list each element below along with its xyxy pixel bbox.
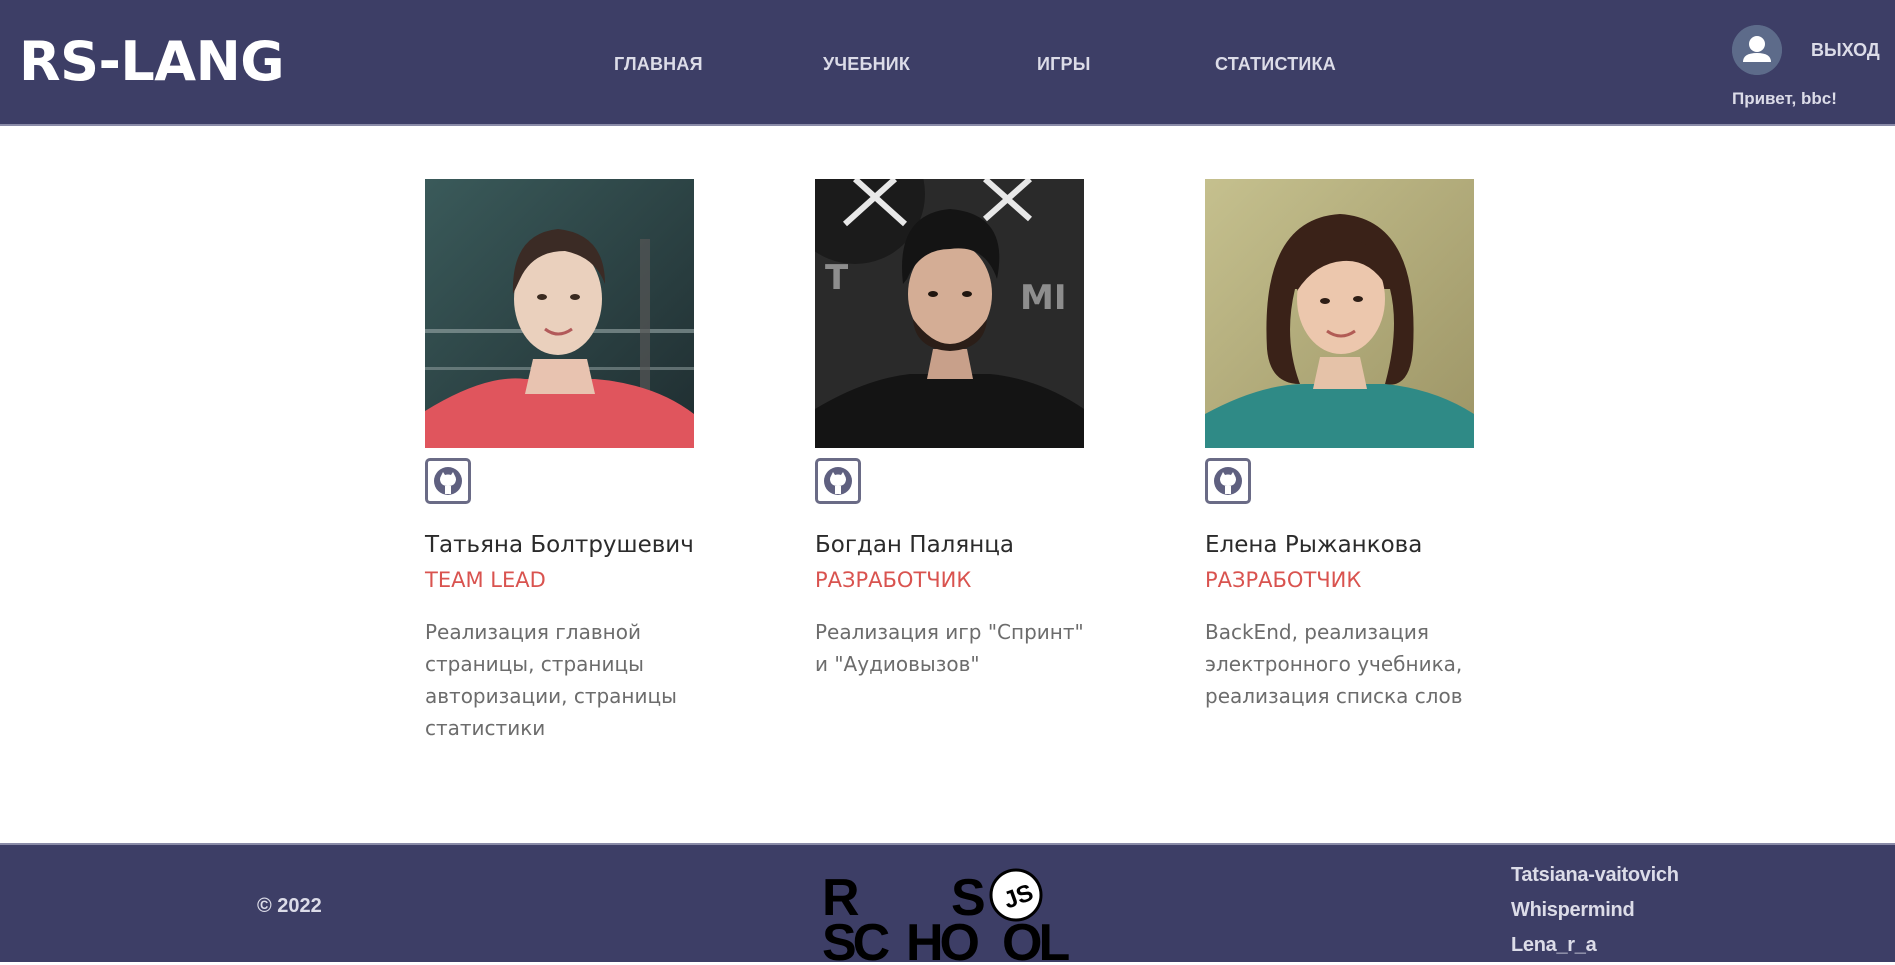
- github-icon: [824, 467, 852, 495]
- nav-item-textbook[interactable]: УЧЕБНИК: [823, 52, 910, 76]
- member-role: РАЗРАБОТЧИК: [815, 568, 972, 592]
- github-icon: [1214, 467, 1242, 495]
- nav-item-statistics[interactable]: СТАТИСТИКА: [1215, 52, 1336, 76]
- github-links: Tatsiana-vaitovich Whispermind Lena_r_a: [1511, 858, 1679, 963]
- github-link-lena[interactable]: Lena_r_a: [1511, 928, 1679, 963]
- team-card: T MI Богдан Палянца РАЗРАБОТЧИК Реализац…: [815, 179, 1085, 676]
- github-link-button[interactable]: [425, 458, 471, 504]
- team-card: Татьяна Болтрушевич TEAM LEAD Реализация…: [425, 179, 695, 740]
- member-name: Елена Рыжанкова: [1205, 532, 1423, 558]
- user-avatar-icon[interactable]: [1732, 25, 1782, 75]
- github-link-button[interactable]: [815, 458, 861, 504]
- site-header: RS-LANG ГЛАВНАЯ УЧЕБНИК ИГРЫ СТАТИСТИКА …: [0, 0, 1895, 126]
- member-name: Богдан Палянца: [815, 532, 1014, 558]
- svg-text:T: T: [825, 258, 849, 298]
- member-role: РАЗРАБОТЧИК: [1205, 568, 1362, 592]
- github-link-whispermind[interactable]: Whispermind: [1511, 893, 1679, 928]
- member-photo: [425, 179, 694, 448]
- main-nav: ГЛАВНАЯ УЧЕБНИК ИГРЫ СТАТИСТИКА: [0, 52, 1895, 76]
- svg-text:HO: HO: [906, 914, 979, 961]
- nav-item-main[interactable]: ГЛАВНАЯ: [614, 52, 703, 76]
- member-description: Реализация главной страницы, страницы ав…: [425, 620, 677, 740]
- member-name: Татьяна Болтрушевич: [425, 532, 694, 558]
- member-description: Реализация игр "Спринт" и "Аудиовызов": [815, 620, 1084, 676]
- github-link-button[interactable]: [1205, 458, 1251, 504]
- member-photo: [1205, 179, 1474, 448]
- member-role: TEAM LEAD: [425, 568, 546, 592]
- user-greeting: Привет, bbc!: [1732, 89, 1837, 108]
- svg-text:SC: SC: [822, 914, 890, 961]
- nav-item-games[interactable]: ИГРЫ: [1037, 52, 1091, 76]
- logout-button[interactable]: ВЫХОД: [1811, 38, 1880, 62]
- github-link-tatsiana[interactable]: Tatsiana-vaitovich: [1511, 858, 1679, 893]
- member-description: BackEnd, реализация электронного учебник…: [1205, 620, 1463, 708]
- member-photo: T MI: [815, 179, 1084, 448]
- team-card: Елена Рыжанкова РАЗРАБОТЧИК BackEnd, реа…: [1205, 179, 1475, 708]
- site-footer: © 2022 R S SC HO OL JS Tatsiana-vaitovic…: [0, 843, 1895, 965]
- copyright: © 2022: [257, 895, 322, 917]
- github-icon: [434, 467, 462, 495]
- rs-school-logo[interactable]: R S SC HO OL JS: [820, 865, 1080, 965]
- svg-text:MI: MI: [1020, 278, 1066, 318]
